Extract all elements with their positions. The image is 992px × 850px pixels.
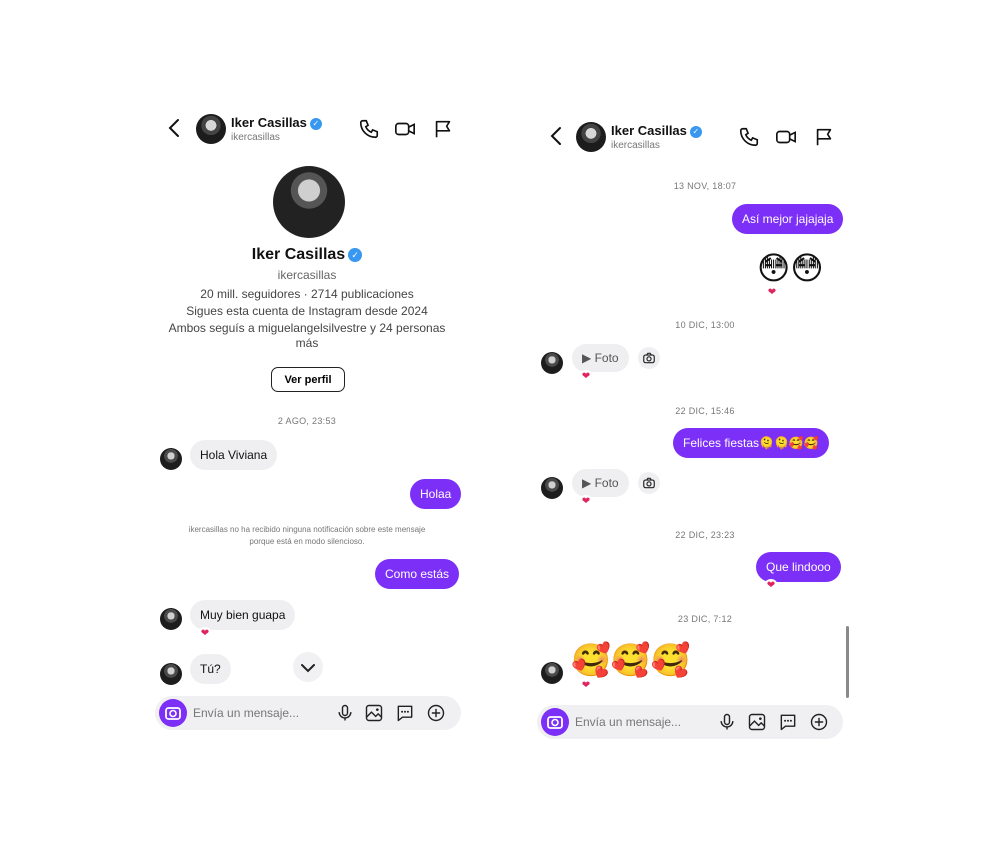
camera-icon[interactable] <box>159 699 187 727</box>
avatar[interactable] <box>541 352 563 374</box>
sticker-icon[interactable] <box>778 712 798 732</box>
photo-attachment[interactable]: ▶ Foto <box>572 344 629 372</box>
heart-reaction-icon[interactable]: ❤ <box>579 495 593 509</box>
gallery-icon[interactable] <box>364 703 384 723</box>
phone-icon[interactable] <box>738 126 760 148</box>
video-icon[interactable] <box>394 118 416 140</box>
incoming-message[interactable]: Hola Viviana <box>190 440 278 470</box>
contact-username: ikercasillas <box>611 140 660 151</box>
plus-icon[interactable] <box>809 712 829 732</box>
gallery-icon[interactable] <box>747 712 767 732</box>
outgoing-emoji-message[interactable]: 😳😳 <box>757 250 824 286</box>
timestamp: 2 AGO, 23:53 <box>277 416 337 426</box>
profile-stats: 20 mill. seguidores · 2714 publicaciones <box>200 287 414 301</box>
timestamp: 22 DIC, 15:46 <box>675 406 735 416</box>
timestamp: 22 DIC, 23:23 <box>675 530 735 540</box>
avatar[interactable] <box>160 608 182 630</box>
verified-badge-icon: ✓ <box>689 126 702 138</box>
avatar[interactable] <box>576 122 606 152</box>
message-input[interactable]: Envía un mensaje... <box>193 706 299 720</box>
verified-badge-icon: ✓ <box>348 248 363 262</box>
camera-icon[interactable] <box>541 708 569 736</box>
timestamp: 10 DIC, 13:00 <box>675 320 735 330</box>
incoming-message[interactable]: Muy bien guapa <box>190 600 296 630</box>
message-input[interactable]: Envía un mensaje... <box>575 715 681 729</box>
verified-badge-icon: ✓ <box>309 118 322 130</box>
avatar[interactable] <box>541 662 563 684</box>
microphone-icon[interactable] <box>717 712 737 732</box>
heart-reaction-icon[interactable]: ❤ <box>764 579 778 593</box>
outgoing-message[interactable]: Holaa <box>410 479 462 509</box>
right-chat-panel: Iker Casillas ✓ ikercasillas 13 NOV, 18:0… <box>485 96 899 756</box>
contact-username: ikercasillas <box>231 132 280 143</box>
profile-mutual-followers: Ambos seguís a miguelangelsilvestre y 24… <box>168 321 446 350</box>
camera-icon[interactable] <box>638 347 660 369</box>
contact-name[interactable]: Iker Casillas ✓ <box>231 115 322 130</box>
left-chat-panel: Iker Casillas ✓ ikercasillas Iker Casilla… <box>97 96 485 756</box>
timestamp: 23 DIC, 7:12 <box>677 614 733 624</box>
profile-name: Iker Casillas ✓ <box>137 246 477 264</box>
avatar[interactable] <box>541 477 563 499</box>
avatar[interactable] <box>196 114 226 144</box>
chat-header: Iker Casillas ✓ ikercasillas <box>97 106 485 152</box>
microphone-icon[interactable] <box>335 703 355 723</box>
back-arrow-icon[interactable] <box>549 126 563 150</box>
silent-mode-notice: ikercasillas no ha recibido ninguna noti… <box>188 525 426 546</box>
flag-icon[interactable] <box>813 126 835 148</box>
heart-reaction-icon[interactable]: ❤ <box>579 370 593 384</box>
chevron-down-icon[interactable] <box>293 652 323 682</box>
contact-name[interactable]: Iker Casillas ✓ <box>611 123 702 138</box>
plus-icon[interactable] <box>426 703 446 723</box>
profile-picture[interactable] <box>273 166 345 238</box>
profile-following-since: Sigues esta cuenta de Instagram desde 20… <box>186 304 428 318</box>
incoming-message[interactable]: Tú? <box>190 654 231 684</box>
message-composer: Envía un mensaje... <box>155 696 461 730</box>
outgoing-message[interactable]: Así mejor jajajaja <box>732 204 844 234</box>
heart-reaction-icon[interactable]: ❤ <box>579 679 593 693</box>
camera-icon[interactable] <box>638 472 660 494</box>
profile-username: ikercasillas <box>277 268 337 282</box>
scrollbar[interactable] <box>846 626 849 698</box>
flag-icon[interactable] <box>432 118 454 140</box>
phone-icon[interactable] <box>358 118 380 140</box>
heart-reaction-icon[interactable]: ❤ <box>198 627 212 641</box>
contact-name-text: Iker Casillas <box>231 115 307 130</box>
back-arrow-icon[interactable] <box>167 118 181 142</box>
outgoing-message[interactable]: Felices fiestas🫠🫠🥰🥰 <box>673 428 829 458</box>
contact-name-text: Iker Casillas <box>611 123 687 138</box>
timestamp: 13 NOV, 18:07 <box>673 181 737 191</box>
incoming-emoji-message[interactable]: 🥰🥰🥰 <box>571 642 691 678</box>
photo-attachment[interactable]: ▶ Foto <box>572 469 629 497</box>
view-profile-button[interactable]: Ver perfil <box>271 367 345 392</box>
heart-reaction-icon[interactable]: ❤ <box>765 286 779 300</box>
video-icon[interactable] <box>775 126 797 148</box>
message-composer: Envía un mensaje... <box>537 705 843 739</box>
outgoing-message[interactable]: Como estás <box>375 559 460 589</box>
chat-header: Iker Casillas ✓ ikercasillas <box>485 114 899 160</box>
avatar[interactable] <box>160 663 182 685</box>
sticker-icon[interactable] <box>395 703 415 723</box>
profile-name-text: Iker Casillas <box>251 246 346 263</box>
avatar[interactable] <box>160 448 182 470</box>
outgoing-message[interactable]: Que lindooo <box>756 552 841 582</box>
